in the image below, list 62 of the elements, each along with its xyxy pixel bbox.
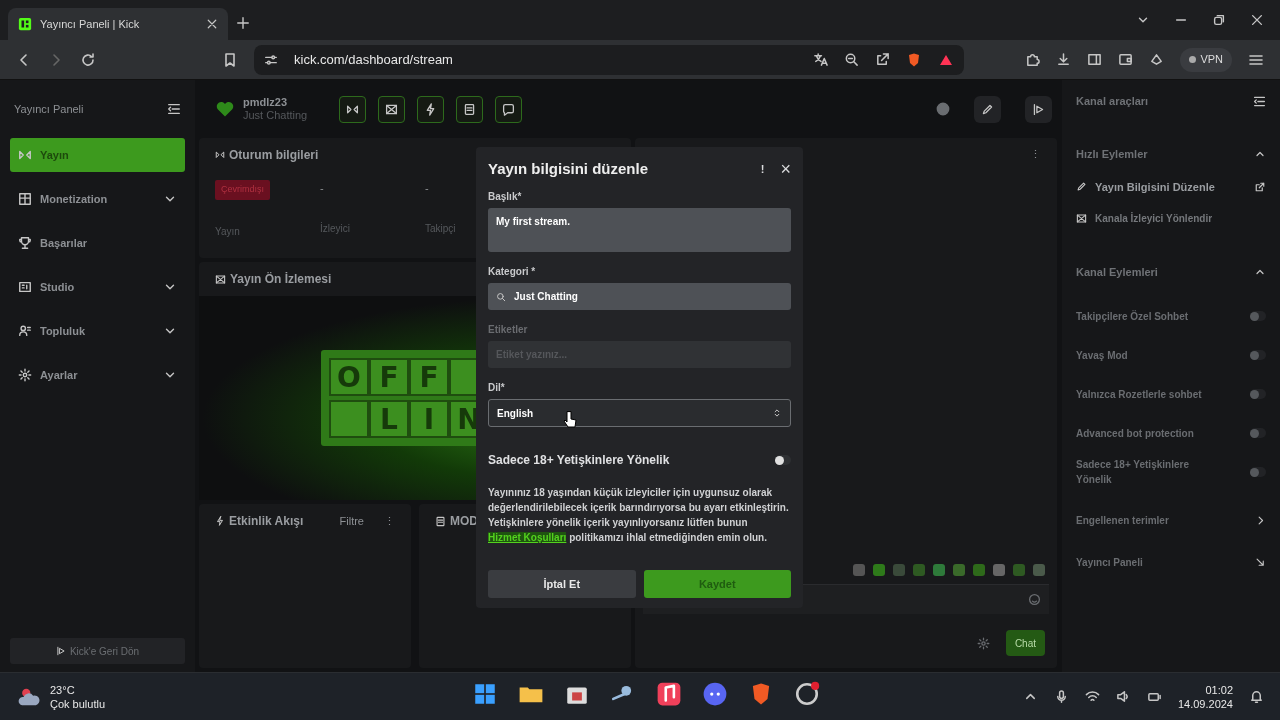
sign-letter: L	[369, 400, 409, 438]
sidebar-item[interactable]: Başarılar	[10, 226, 185, 260]
toggle-label: Yavaş Mod	[1076, 348, 1128, 363]
card-title: Yayın Ön İzlemesi	[230, 271, 332, 288]
section-header[interactable]: Hızlı Eylemler	[1076, 146, 1266, 163]
sidebar-item[interactable]: Studio	[10, 270, 185, 304]
terms-link[interactable]: Hizmet Koşulları	[488, 532, 567, 543]
stat-label: Takipçi	[425, 221, 456, 236]
card-title: Etkinlik Akışı	[229, 513, 305, 530]
panel-link[interactable]: Engellenen terimler	[1076, 507, 1266, 534]
card-title: Oturum bilgileri	[229, 147, 319, 164]
more-options-button[interactable]: ⋮	[384, 512, 395, 530]
sign-letter: F	[409, 358, 449, 396]
quick-action: Kanala İzleyici Yönlendir	[1076, 211, 1266, 226]
field-label: Kategori *	[488, 265, 537, 279]
clock-time: 01:02	[1205, 682, 1233, 697]
browser-tab[interactable]: Yayıncı Paneli | Kick	[8, 8, 228, 40]
card-title: MOD	[450, 513, 478, 530]
weather-text: Çok bulutlu	[50, 696, 106, 711]
category-label: Just Chatting	[243, 109, 308, 122]
sidebar-item[interactable]: Yayın	[10, 138, 185, 172]
temperature: 23°C	[50, 682, 76, 697]
panel-title: Kanal araçları	[1076, 93, 1149, 109]
field-label: Dil*	[488, 381, 506, 395]
sign-letter: O	[329, 358, 369, 396]
toggle-label: Sadece 18+ Yetişkinlere Yönelik	[1076, 458, 1190, 487]
stat-label: İzleyici	[320, 221, 350, 236]
sidebar-item[interactable]: Ayarlar	[10, 358, 185, 392]
quick-action[interactable]: Yayın Bilgisini Düzenle	[1076, 178, 1266, 195]
stat-label: Yayın	[215, 224, 240, 239]
close-button[interactable]: ×	[780, 155, 791, 183]
toggle-label: Sadece 18+ Yetişkinlere Yönelik	[488, 452, 670, 469]
toggle-label: Takipçilere Özel Sohbet	[1076, 309, 1189, 324]
address-bar[interactable]: kick.com/dashboard/stream	[254, 44, 964, 75]
username: pmdlz23	[243, 96, 288, 109]
clock-date: 14.09.2024	[1177, 696, 1233, 711]
sidebar-title: Yayıncı Paneli	[14, 101, 84, 117]
status-badge: Çevrimdışı	[215, 180, 270, 200]
sign-letter: I	[409, 400, 449, 438]
field-label: Başlık*	[488, 190, 523, 204]
send-button[interactable]: Chat	[1005, 630, 1045, 656]
sidebar-item[interactable]: Topluluk	[10, 314, 185, 348]
category-search-field[interactable]: Just Chatting	[488, 283, 791, 310]
stat-value: -	[320, 181, 324, 196]
sign-letter: F	[369, 358, 409, 396]
dialog-title: Yayın bilgisini düzenle	[488, 158, 650, 179]
vpn-button[interactable]: VPN	[1180, 47, 1232, 72]
language-select[interactable]: English	[488, 399, 791, 427]
section-header[interactable]: Kanal Eylemleri	[1076, 264, 1266, 281]
more-options-button[interactable]: ⋮	[1030, 146, 1041, 163]
notice-text: Yayınınız 18 yaşından küçük izleyiciler için uygunsuz olarak değerlendirilebilecek içerik barındırıyorsa bu ayarı etkinleştirin. Yetişkinlere yönelik içerik yayınlıyorsanız lütfen bunun Hizmet Koşulları politikamızı ihlal etmediğinden emin olun.	[488, 486, 790, 545]
back-button[interactable]: Kick'e Geri Dön	[10, 638, 185, 664]
title-field[interactable]: My first stream.	[488, 208, 791, 252]
sidebar-item[interactable]: Monetization	[10, 182, 185, 216]
toggle-label: Advanced bot protection	[1076, 426, 1194, 441]
filter-link[interactable]: Filtre	[339, 512, 364, 530]
field-label: Etiketler	[488, 323, 529, 337]
stat-value: -	[425, 181, 429, 196]
panel-link[interactable]: Yayıncı Paneli	[1076, 549, 1266, 576]
cancel-button[interactable]: İptal Et	[488, 570, 636, 598]
info-button[interactable]: !	[760, 160, 765, 178]
toggle-label: Yalnızca Rozetlerle sohbet	[1076, 387, 1202, 402]
